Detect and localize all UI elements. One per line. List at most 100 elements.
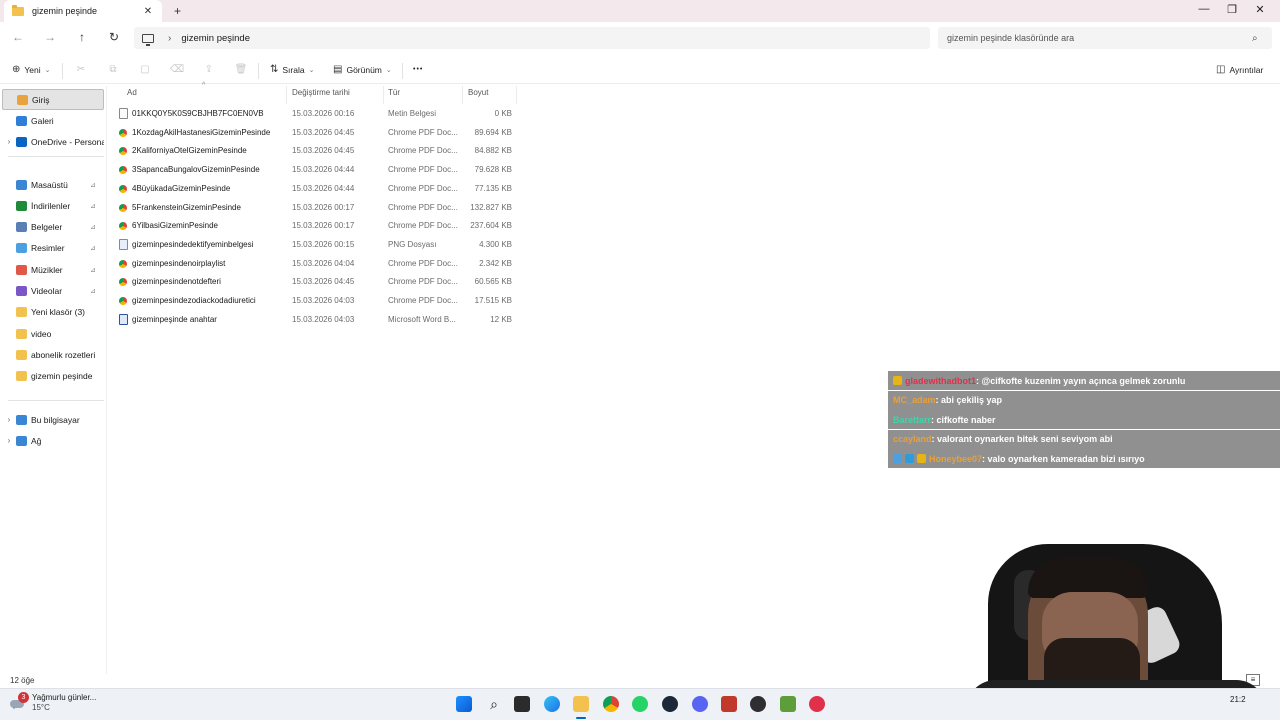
file-size: 89.694 KB: [474, 127, 512, 137]
whatsapp-icon[interactable]: [632, 696, 648, 712]
file-modified: 15.03.2026 04:03: [292, 296, 355, 305]
sidebar-item-resimler[interactable]: Resimler ⊿: [2, 238, 104, 259]
forward-button[interactable]: →: [42, 30, 58, 44]
sidebar-item-yeni-klasör-3-[interactable]: Yeni klasör (3): [2, 302, 104, 323]
column-divider[interactable]: [516, 86, 517, 104]
sort-button[interactable]: ⇅ Sırala ⌄: [270, 64, 314, 75]
active-indicator: [576, 717, 586, 719]
details-button[interactable]: ◫ Ayrıntılar: [1216, 64, 1263, 75]
file-modified: 15.03.2026 04:04: [292, 258, 355, 268]
refresh-button[interactable]: ↻: [106, 30, 122, 44]
breadcrumb[interactable]: › gizemin peşinde: [134, 27, 930, 49]
pdf-file-icon: [119, 147, 127, 156]
column-header-type[interactable]: Tür: [388, 88, 400, 102]
search-icon[interactable]: ⌕: [486, 696, 502, 712]
file-row[interactable]: gizeminpesindenotdefteri 15.03.2026 04:45…: [112, 273, 518, 291]
chrome-icon[interactable]: [603, 696, 619, 712]
voicemeeter-icon[interactable]: [721, 696, 737, 712]
delete-icon[interactable]: 🗑: [234, 64, 248, 75]
obs-icon[interactable]: [750, 696, 766, 712]
sidebar-item-i-ndirilenler[interactable]: İndirilenler ⊿: [2, 195, 104, 216]
column-header-modified[interactable]: Değiştirme tarihi: [292, 88, 350, 102]
back-button[interactable]: ←: [10, 30, 26, 44]
sidebar-item-bu-bilgisayar[interactable]: › Bu bilgisayar: [2, 409, 104, 430]
app-icon[interactable]: [809, 696, 825, 712]
file-type: Chrome PDF Doc...: [388, 221, 458, 231]
file-row[interactable]: 4BüyükadaGizeminPesinde 15.03.2026 04:44 C…: [112, 180, 518, 198]
videos-icon: [16, 286, 27, 296]
view-button[interactable]: ▤ Görünüm ⌄: [333, 64, 392, 75]
column-divider[interactable]: [462, 86, 463, 104]
pdf-file-icon: [119, 222, 127, 231]
search-placeholder: gizemin peşinde klasöründe ara: [947, 33, 1075, 43]
taskbar: ′′ 3 Yağmurlu günler... 15°C ⌕ 21:2: [0, 688, 1280, 720]
file-row[interactable]: 01KKQ0Y5K0S9CBJHB7FC0EN0VB 15.03.2026 00:…: [112, 105, 518, 123]
sidebar-item-abonelik-rozetleri[interactable]: abonelik rozetleri: [2, 344, 104, 365]
sidebar-item-müzikler[interactable]: Müzikler ⊿: [2, 259, 104, 280]
file-size: 17.515 KB: [474, 296, 512, 305]
discord-icon[interactable]: [692, 696, 708, 712]
file-row[interactable]: gizeminpesindenoirplaylist 15.03.2026 04:…: [112, 255, 518, 273]
sidebar-item-gizemin-peşinde[interactable]: gizemin peşinde: [2, 366, 104, 387]
chevron-right-icon[interactable]: ›: [2, 415, 16, 424]
cut-icon[interactable]: ✂: [74, 64, 88, 75]
file-modified: 15.03.2026 04:45: [292, 146, 355, 156]
file-row[interactable]: gizeminpesindezodiackodadiuretici 15.03.2…: [112, 292, 518, 310]
more-options-icon[interactable]: •••: [413, 66, 423, 73]
minimize-button[interactable]: —: [1196, 3, 1212, 15]
copy-icon[interactable]: ⧉: [106, 64, 120, 75]
sidebar-item-videolar[interactable]: Videolar ⊿: [2, 281, 104, 302]
sidebar-item-galeri[interactable]: Galeri: [2, 110, 104, 131]
new-tab-button[interactable]: +: [174, 4, 181, 18]
file-row[interactable]: 5FrankensteinGizeminPesinde 15.03.2026 00…: [112, 199, 518, 217]
column-header-name[interactable]: Ad: [127, 88, 137, 102]
maximize-button[interactable]: ❐: [1224, 3, 1240, 16]
weather-widget[interactable]: ′′ 3 Yağmurlu günler... 15°C: [8, 692, 96, 714]
file-explorer-icon[interactable]: [573, 696, 589, 712]
sidebar-item-belgeler[interactable]: Belgeler ⊿: [2, 217, 104, 238]
edge-icon[interactable]: [544, 696, 560, 712]
file-size: 60.565 KB: [474, 277, 512, 287]
file-size: 84.882 KB: [474, 146, 512, 156]
pane-divider[interactable]: [106, 86, 107, 674]
chevron-right-icon[interactable]: ›: [2, 436, 16, 445]
new-button[interactable]: ⊕ Yeni ⌄: [12, 64, 51, 75]
minecraft-icon[interactable]: [780, 696, 796, 712]
column-divider[interactable]: [286, 86, 287, 104]
clock[interactable]: 21:2: [1230, 695, 1246, 704]
file-row[interactable]: gizeminpeşinde anahtar 15.03.2026 04:03 Mi…: [112, 311, 518, 329]
file-row[interactable]: 1KozdagAkilHastanesiGizeminPesinde 15.03.…: [112, 124, 518, 142]
column-header-size[interactable]: Boyut: [468, 88, 488, 102]
sidebar-item-giriş[interactable]: Giriş: [2, 89, 104, 110]
chevron-down-icon: ⌄: [385, 66, 392, 74]
task-view-icon[interactable]: [514, 696, 530, 712]
file-row[interactable]: gizeminpesindedektifyeminbelgesi 15.03.20…: [112, 236, 518, 254]
folder-icon: [16, 371, 27, 382]
steam-icon[interactable]: [662, 696, 678, 712]
rename-icon[interactable]: ⌫: [170, 64, 184, 75]
file-size: 132.827 KB: [470, 202, 512, 212]
tab-close-icon[interactable]: ✕: [142, 6, 154, 17]
sidebar-item-label: Müzikler: [31, 264, 63, 275]
sidebar-item-masaüstü[interactable]: Masaüstü ⊿: [2, 174, 104, 195]
file-name: gizeminpesindenotdefteri: [132, 277, 221, 287]
chat-message: Honeybee07 : valo oynarken kameradan biz…: [888, 449, 1280, 468]
share-icon[interactable]: ⇪: [202, 64, 216, 75]
column-divider[interactable]: [383, 86, 384, 104]
sidebar-item-onedrive-persona[interactable]: › OneDrive - Persona: [2, 131, 104, 152]
file-row[interactable]: 2KaliforniyaOtelGizeminPesinde 15.03.2026…: [112, 142, 518, 160]
up-button[interactable]: ↑: [74, 30, 90, 44]
chevron-right-icon[interactable]: ›: [2, 137, 16, 146]
close-window-button[interactable]: ✕: [1252, 3, 1268, 16]
chat-text: : valo oynarken kameradan bizi ısırıyo: [982, 453, 1145, 464]
file-row[interactable]: 6YilbasiGizeminPesinde 15.03.2026 00:17 Ch…: [112, 217, 518, 235]
breadcrumb-current[interactable]: gizemin peşinde: [181, 33, 250, 44]
paste-icon[interactable]: ▢: [138, 64, 152, 75]
search-input[interactable]: gizemin peşinde klasöründe ara ⌕: [938, 27, 1272, 49]
sidebar-item-ağ[interactable]: › Ağ: [2, 430, 104, 451]
tab-gizemin-pesinde[interactable]: gizemin peşinde ✕: [4, 0, 162, 22]
file-row[interactable]: 3SapancaBungalovGizeminPesinde 15.03.2026…: [112, 161, 518, 179]
start-icon[interactable]: [456, 696, 472, 712]
file-modified: 15.03.2026 04:44: [292, 183, 355, 193]
sidebar-item-video[interactable]: video: [2, 323, 104, 344]
